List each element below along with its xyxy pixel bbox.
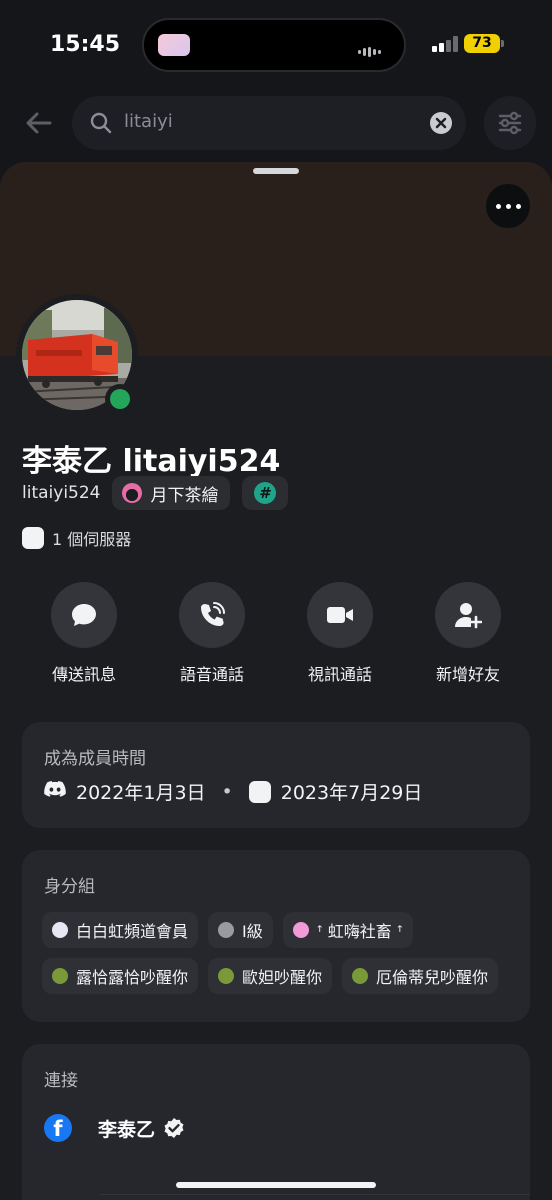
role-color-dot (52, 968, 68, 984)
role-chip[interactable]: 露恰露恰吵醒你 (42, 958, 199, 994)
role-label: 白白虹頻道會員 (76, 922, 189, 941)
discord-join-date: 2022年1月3日 (76, 782, 206, 804)
server-icon (248, 780, 271, 803)
role-chip[interactable]: ꜛ 虹嗨社畜 ꜛ (282, 912, 413, 948)
mutual-servers[interactable]: 1 個伺服器 (22, 526, 131, 550)
role-list: 白白虹頻道會員 I級 ꜛ 虹嗨社畜 ꜛ 露恰露恰吵醒你 歐妲吵醒你 厄倫蒂兒吵醒… (42, 912, 512, 994)
role-color-dot (292, 922, 309, 938)
voice-call-label: 語音通話 (179, 665, 244, 684)
sheet-drag-handle[interactable] (253, 168, 299, 174)
role-color-dot (218, 922, 235, 938)
connections-card: 連接 f 李泰乙 (22, 1044, 530, 1200)
filter-icon[interactable] (484, 96, 536, 150)
phone-icon (179, 582, 245, 648)
facebook-icon: f (44, 1114, 72, 1142)
roles-card: 身分組 白白虹頻道會員 I級 ꜛ 虹嗨社畜 ꜛ 露恰露恰吵醒你 歐妲吵醒你 厄倫… (22, 850, 530, 1022)
connections-title: 連接 (44, 1071, 78, 1091)
video-call-button[interactable]: 視訊通話 (285, 582, 395, 685)
search-header: litaiyi (0, 92, 552, 154)
server-icon (22, 527, 44, 549)
role-label: ꜛ 虹嗨社畜 ꜛ (316, 922, 403, 941)
video-camera-icon (307, 582, 373, 648)
profile-actions: 傳送訊息 語音通話 視訊通話 新增好友 (0, 582, 552, 692)
role-label: I級 (242, 922, 263, 941)
add-friend-button[interactable]: 新增好友 (413, 582, 523, 685)
home-indicator[interactable] (176, 1182, 376, 1188)
role-chip[interactable]: 白白虹頻道會員 (42, 912, 199, 948)
cellular-signal-icon (432, 36, 458, 52)
role-label: 歐妲吵醒你 (242, 968, 323, 987)
clear-search-icon[interactable] (430, 112, 452, 134)
mutual-servers-count: 1 個伺服器 (52, 530, 132, 549)
member-since-card: 成為成員時間 2022年1月3日 • 2023年7月29日 (22, 722, 530, 828)
search-query: litaiyi (124, 111, 173, 132)
username: litaiyi524 (22, 483, 101, 503)
role-label: 露恰露恰吵醒你 (76, 968, 189, 987)
role-color-dot (52, 922, 68, 938)
more-options-icon[interactable] (486, 184, 530, 228)
roles-title: 身分組 (44, 877, 95, 897)
add-friend-icon (435, 582, 501, 648)
discord-logo-icon (44, 780, 66, 803)
search-icon (90, 112, 112, 134)
role-label: 厄倫蒂兒吵醒你 (376, 968, 489, 987)
connection-name: 李泰乙 (98, 1118, 156, 1141)
status-bar: 15:45 73 (0, 0, 552, 92)
server-join-date: 2023年7月29日 (280, 782, 423, 804)
hashtag-icon: # (254, 482, 277, 504)
role-chip[interactable]: 厄倫蒂兒吵醒你 (342, 958, 499, 994)
role-chip[interactable]: I級 (208, 912, 273, 948)
live-activity-app-icon (158, 34, 190, 56)
search-input[interactable]: litaiyi (72, 96, 466, 150)
connection-facebook[interactable]: f 李泰乙 (44, 1114, 185, 1142)
video-call-label: 視訊通話 (307, 665, 372, 684)
member-since-title: 成為成員時間 (44, 749, 146, 769)
profile-sheet: 李泰乙 litaiyi524 litaiyi524 月下茶繪 # 1 個伺服器 … (0, 162, 552, 1200)
server-tag-chip[interactable]: 月下茶繪 (112, 476, 231, 510)
role-color-dot (352, 968, 369, 984)
hashtag-chip[interactable]: # (242, 476, 289, 510)
display-name: 李泰乙 litaiyi524 (22, 444, 281, 479)
role-chip[interactable]: 歐妲吵醒你 (208, 958, 333, 994)
role-color-dot (218, 968, 235, 984)
member-since-dates: 2022年1月3日 • 2023年7月29日 (44, 778, 422, 805)
server-tag-label: 月下茶繪 (150, 485, 219, 506)
verified-badge-icon (163, 1117, 185, 1139)
battery-level: 73 (464, 34, 500, 53)
divider (100, 1194, 530, 1195)
server-tag-icon (122, 483, 143, 503)
status-time: 15:45 (50, 32, 121, 57)
voice-call-button[interactable]: 語音通話 (157, 582, 267, 685)
send-message-label: 傳送訊息 (51, 665, 116, 684)
chat-bubble-icon (51, 582, 117, 648)
send-message-button[interactable]: 傳送訊息 (29, 582, 139, 685)
battery-tip (501, 40, 504, 47)
back-arrow-icon[interactable] (22, 106, 56, 140)
dynamic-island[interactable] (142, 18, 406, 72)
profile-tags: litaiyi524 月下茶繪 # (22, 476, 289, 510)
online-status-icon (105, 384, 135, 414)
date-separator: • (221, 780, 233, 803)
add-friend-label: 新增好友 (435, 665, 500, 684)
audio-waveform-icon (358, 41, 388, 57)
